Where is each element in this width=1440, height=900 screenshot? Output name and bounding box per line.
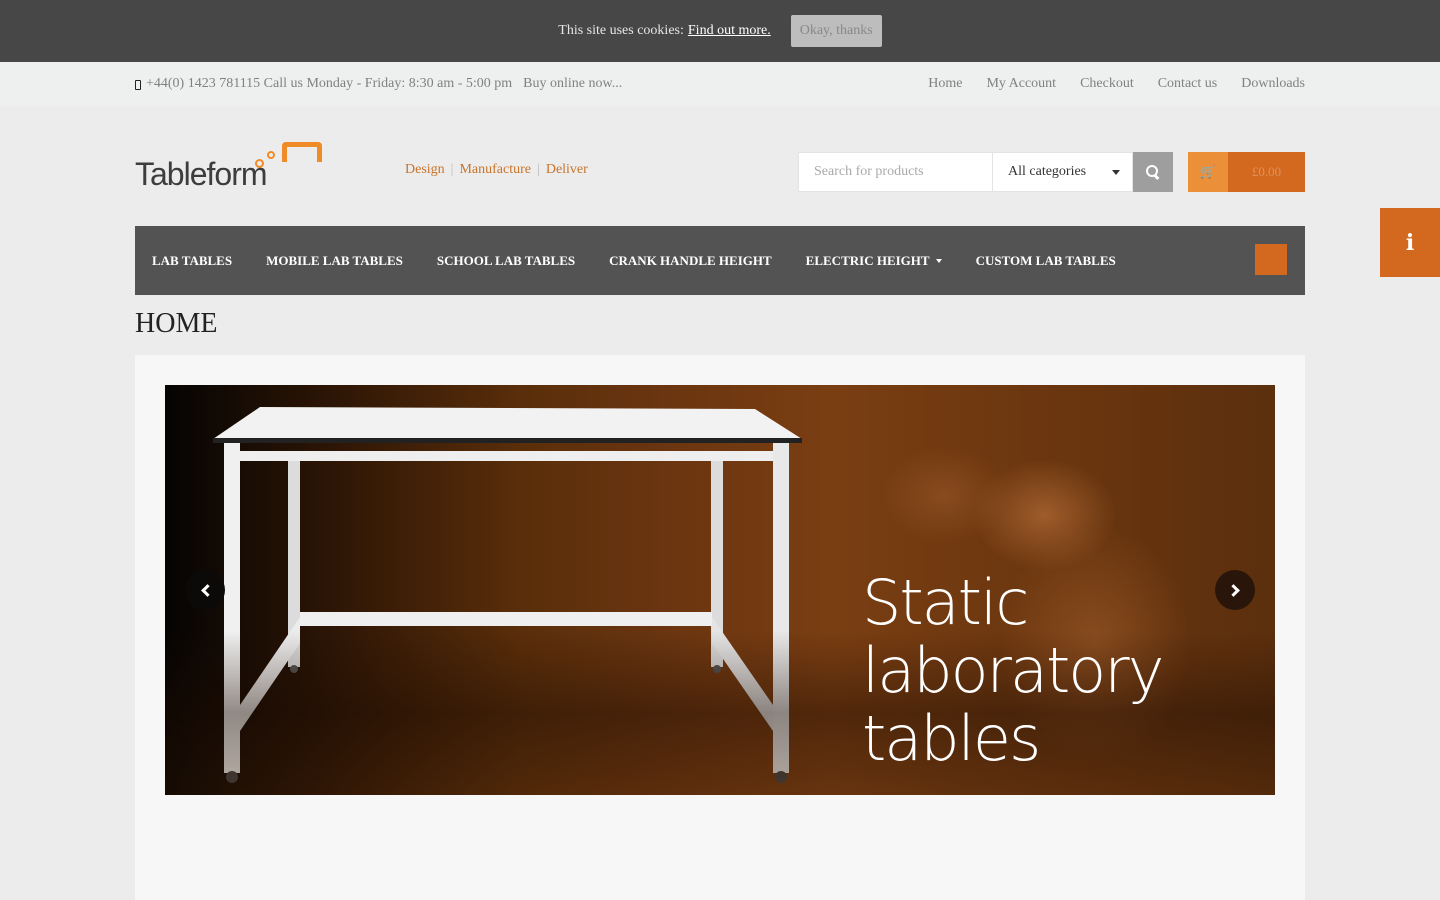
slide-caption: Static laboratory tables xyxy=(862,566,1164,775)
top-bar: +44(0) 1423 781115 Call us Monday - Frid… xyxy=(0,62,1440,106)
page-title: HOME xyxy=(135,308,218,339)
nav-label: MOBILE LAB TABLES xyxy=(266,252,403,268)
toplink-my-account[interactable]: My Account xyxy=(986,76,1056,92)
nav-label: SCHOOL LAB TABLES xyxy=(436,252,576,268)
cart-icon-box: 🛒 xyxy=(1188,152,1228,192)
site-header: Tableform Design | Manufacture | Deliver… xyxy=(135,106,1305,226)
chevron-right-icon xyxy=(1226,583,1240,597)
search-icon xyxy=(1146,165,1160,179)
nav-mobile-lab-tables[interactable]: MOBILE LAB TABLES xyxy=(266,253,403,269)
nav-crank-handle-height[interactable]: CRANK HANDLE HEIGHT xyxy=(609,253,772,269)
tagline-separator: | xyxy=(537,162,540,177)
phone-hours: +44(0) 1423 781115 Call us Monday - Frid… xyxy=(146,76,513,91)
mobile-phone-icon xyxy=(135,79,141,90)
chevron-left-icon xyxy=(200,583,214,597)
cookie-accept-button[interactable]: Okay, thanks xyxy=(790,15,882,47)
tagline-deliver: Deliver xyxy=(545,162,588,177)
contact-info: +44(0) 1423 781115 Call us Monday - Frid… xyxy=(135,76,622,92)
nav-label: LAB TABLES xyxy=(152,252,233,268)
info-icon: i xyxy=(1405,229,1415,256)
category-selected: All categories xyxy=(1008,164,1087,179)
product-search: All categories xyxy=(798,152,1173,192)
search-button[interactable] xyxy=(1133,152,1173,192)
cart-total: £0.00 xyxy=(1228,152,1305,192)
top-links: Home My Account Checkout Contact us Down… xyxy=(928,76,1305,92)
slider-next-button[interactable] xyxy=(1215,570,1255,610)
tagline: Design | Manufacture | Deliver xyxy=(405,162,588,178)
cart-icon: 🛒 xyxy=(1199,164,1217,180)
cookie-find-out-more-link[interactable]: Find out more. xyxy=(688,23,771,39)
cookie-message: This site uses cookies: xyxy=(558,23,684,38)
tagline-separator: | xyxy=(450,162,454,177)
content-area: Static laboratory tables xyxy=(135,355,1305,900)
toplink-contact-us[interactable]: Contact us xyxy=(1158,76,1218,92)
toplink-downloads[interactable]: Downloads xyxy=(1241,76,1305,92)
logo-text: Tableform xyxy=(135,156,267,192)
caption-line: tables xyxy=(862,702,1041,775)
nav-label: CUSTOM LAB TABLES xyxy=(975,252,1116,268)
nav-label: ELECTRIC HEIGHT xyxy=(805,252,930,268)
cart-button[interactable]: 🛒 £0.00 xyxy=(1188,152,1305,192)
info-side-tab[interactable]: i xyxy=(1380,208,1440,277)
site-logo[interactable]: Tableform xyxy=(135,140,325,195)
tagline-design: Design xyxy=(405,162,445,177)
caption-line: laboratory xyxy=(862,634,1164,707)
nav-custom-lab-tables[interactable]: CUSTOM LAB TABLES xyxy=(976,253,1116,269)
search-input[interactable] xyxy=(798,152,993,192)
main-nav: LAB TABLES MOBILE LAB TABLES SCHOOL LAB … xyxy=(135,226,1305,295)
toplink-checkout[interactable]: Checkout xyxy=(1080,76,1134,92)
category-select[interactable]: All categories xyxy=(993,152,1133,192)
slider-prev-button[interactable] xyxy=(185,570,225,610)
chevron-down-icon xyxy=(935,258,942,263)
nav-electric-height[interactable]: ELECTRIC HEIGHT xyxy=(806,253,942,269)
tagline-manufacture: Manufacture xyxy=(459,162,532,177)
logo-mark-icon xyxy=(282,142,322,162)
logo-dot-icon xyxy=(267,151,275,159)
cookie-bar: This site uses cookies: Find out more. O… xyxy=(0,0,1440,62)
chevron-down-icon xyxy=(1112,169,1120,175)
toplink-home[interactable]: Home xyxy=(928,76,962,92)
nav-menu-toggle-button[interactable] xyxy=(1255,244,1287,275)
nav-school-lab-tables[interactable]: SCHOOL LAB TABLES xyxy=(437,253,575,269)
caption-line: Static xyxy=(862,566,1029,639)
hero-slider: Static laboratory tables xyxy=(165,385,1275,795)
buy-online-text: Buy online now... xyxy=(523,76,623,91)
nav-lab-tables[interactable]: LAB TABLES xyxy=(152,253,232,269)
nav-label: CRANK HANDLE HEIGHT xyxy=(609,252,772,268)
